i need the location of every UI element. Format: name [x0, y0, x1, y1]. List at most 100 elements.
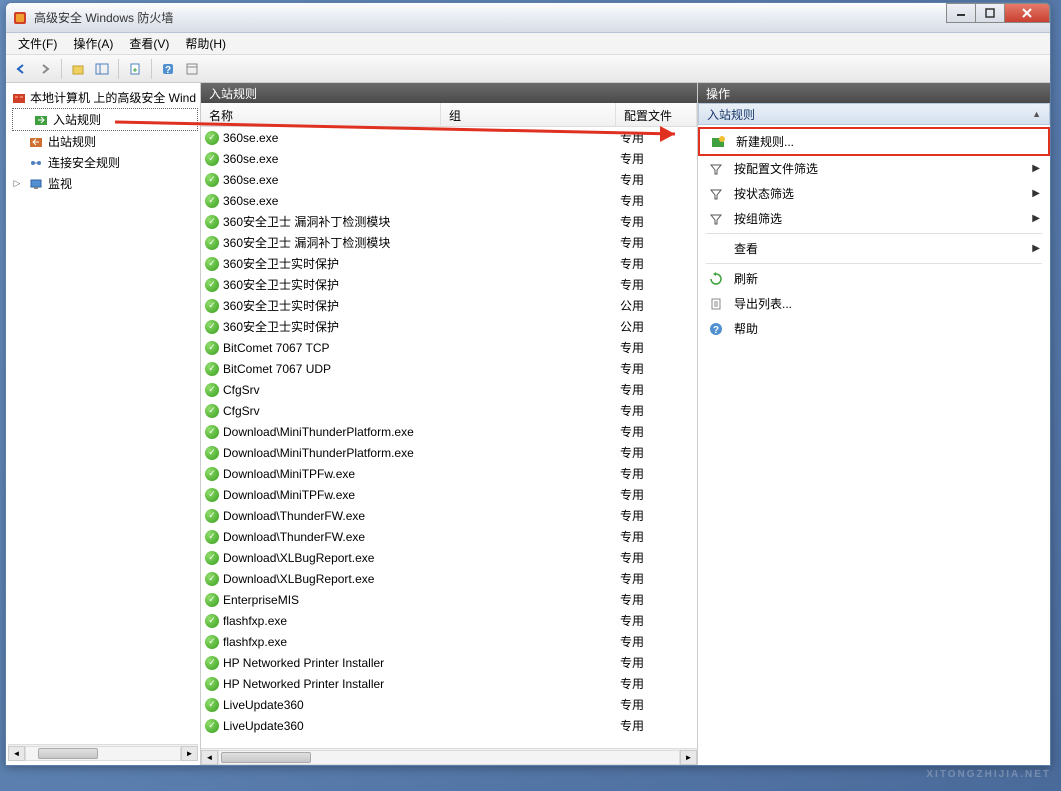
table-row[interactable]: ✓360se.exe专用: [201, 127, 697, 148]
cell-name: ✓HP Networked Printer Installer: [201, 656, 441, 670]
cell-name: ✓BitComet 7067 UDP: [201, 362, 441, 376]
menu-view[interactable]: 查看(V): [121, 33, 177, 54]
enabled-check-icon: ✓: [205, 299, 219, 313]
table-row[interactable]: ✓BitComet 7067 TCP专用: [201, 337, 697, 358]
properties-button[interactable]: [181, 58, 203, 80]
export-button[interactable]: [124, 58, 146, 80]
enabled-check-icon: ✓: [205, 320, 219, 334]
table-row[interactable]: ✓BitComet 7067 UDP专用: [201, 358, 697, 379]
table-row[interactable]: ✓Download\MiniThunderPlatform.exe专用: [201, 421, 697, 442]
menu-action[interactable]: 操作(A): [65, 33, 121, 54]
help-button[interactable]: ?: [157, 58, 179, 80]
table-row[interactable]: ✓flashfxp.exe专用: [201, 631, 697, 652]
window-controls: [947, 3, 1050, 23]
window-title: 高级安全 Windows 防火墙: [34, 9, 1044, 26]
table-row[interactable]: ✓360安全卫士实时保护公用: [201, 295, 697, 316]
column-name[interactable]: 名称: [201, 103, 441, 126]
enabled-check-icon: ✓: [205, 551, 219, 565]
table-row[interactable]: ✓360安全卫士实时保护公用: [201, 316, 697, 337]
table-row[interactable]: ✓EnterpriseMIS专用: [201, 589, 697, 610]
scroll-track[interactable]: [218, 750, 680, 765]
table-row[interactable]: ✓CfgSrv专用: [201, 379, 697, 400]
cell-profile: 专用: [616, 486, 697, 503]
monitor-icon: [28, 176, 44, 192]
table-row[interactable]: ✓360安全卫士 漏洞补丁检测模块专用: [201, 211, 697, 232]
table-row[interactable]: ✓CfgSrv专用: [201, 400, 697, 421]
cell-profile: 专用: [616, 129, 697, 146]
action-refresh[interactable]: 刷新: [698, 266, 1050, 291]
back-button[interactable]: [10, 58, 32, 80]
table-row[interactable]: ✓Download\XLBugReport.exe专用: [201, 547, 697, 568]
table-row[interactable]: ✓Download\XLBugReport.exe专用: [201, 568, 697, 589]
action-filter-profile[interactable]: 按配置文件筛选 ▶: [698, 156, 1050, 181]
close-button[interactable]: [1004, 3, 1050, 23]
table-row[interactable]: ✓LiveUpdate360专用: [201, 694, 697, 715]
table-row[interactable]: ✓Download\ThunderFW.exe专用: [201, 505, 697, 526]
help-icon: ?: [708, 321, 724, 337]
table-row[interactable]: ✓Download\MiniTPFw.exe 专用: [201, 484, 697, 505]
scroll-track[interactable]: [25, 746, 181, 761]
cell-name: ✓360安全卫士实时保护: [201, 297, 441, 314]
enabled-check-icon: ✓: [205, 215, 219, 229]
table-row[interactable]: ✓360se.exe专用: [201, 169, 697, 190]
table-row[interactable]: ✓360se.exe专用: [201, 190, 697, 211]
enabled-check-icon: ✓: [205, 656, 219, 670]
rules-list-body[interactable]: ✓360se.exe专用✓360se.exe专用✓360se.exe专用✓360…: [201, 127, 697, 748]
table-row[interactable]: ✓360安全卫士实时保护专用: [201, 253, 697, 274]
column-profile[interactable]: 配置文件: [616, 103, 697, 126]
tree-outbound-rules[interactable]: 出站规则: [8, 131, 198, 152]
forward-button[interactable]: [34, 58, 56, 80]
table-row[interactable]: ✓LiveUpdate360专用: [201, 715, 697, 736]
action-new-rule[interactable]: 新建规则...: [698, 127, 1050, 156]
table-row[interactable]: ✓HP Networked Printer Installer专用: [201, 652, 697, 673]
cell-name: ✓Download\MiniTPFw.exe: [201, 488, 441, 502]
tree-outbound-label: 出站规则: [48, 133, 96, 150]
menu-file[interactable]: 文件(F): [10, 33, 65, 54]
cell-name: ✓LiveUpdate360: [201, 698, 441, 712]
list-header: 名称 组 配置文件: [201, 103, 697, 127]
column-group[interactable]: 组: [441, 103, 616, 126]
menu-help[interactable]: 帮助(H): [177, 33, 234, 54]
action-view[interactable]: 查看 ▶: [698, 236, 1050, 261]
table-row[interactable]: ✓360se.exe专用: [201, 148, 697, 169]
table-row[interactable]: ✓Download\MiniTPFw.exe专用: [201, 463, 697, 484]
collapse-caret-icon[interactable]: ▲: [1032, 109, 1041, 119]
tree-inbound-rules[interactable]: 入站规则: [12, 108, 198, 131]
scroll-thumb[interactable]: [38, 748, 98, 759]
show-hide-tree-button[interactable]: [91, 58, 113, 80]
titlebar[interactable]: 高级安全 Windows 防火墙: [6, 3, 1050, 33]
scroll-thumb[interactable]: [221, 752, 311, 763]
action-export[interactable]: 导出列表...: [698, 291, 1050, 316]
tree-monitor[interactable]: ▷ 监视: [8, 173, 198, 194]
list-horizontal-scrollbar[interactable]: ◄ ►: [201, 748, 697, 765]
scroll-right-icon[interactable]: ►: [680, 750, 697, 765]
enabled-check-icon: ✓: [205, 173, 219, 187]
table-row[interactable]: ✓360安全卫士实时保护专用: [201, 274, 697, 295]
action-filter-state[interactable]: 按状态筛选 ▶: [698, 181, 1050, 206]
up-button[interactable]: [67, 58, 89, 80]
table-row[interactable]: ✓Download\MiniThunderPlatform.exe专用: [201, 442, 697, 463]
enabled-check-icon: ✓: [205, 131, 219, 145]
cell-profile: 专用: [616, 633, 697, 650]
tree-panel[interactable]: 本地计算机 上的高级安全 Wind 入站规则 出站规则 连接安全规则: [6, 83, 201, 765]
filter-icon: [708, 186, 724, 202]
tree-root[interactable]: 本地计算机 上的高级安全 Wind: [8, 87, 198, 108]
action-help[interactable]: ? 帮助: [698, 316, 1050, 341]
scroll-left-icon[interactable]: ◄: [8, 746, 25, 761]
expand-caret-icon[interactable]: ▷: [12, 178, 22, 189]
table-row[interactable]: ✓Download\ThunderFW.exe专用: [201, 526, 697, 547]
tree-horizontal-scrollbar[interactable]: ◄ ►: [8, 744, 198, 761]
scroll-left-icon[interactable]: ◄: [201, 750, 218, 765]
scroll-right-icon[interactable]: ►: [181, 746, 198, 761]
table-row[interactable]: ✓flashfxp.exe专用: [201, 610, 697, 631]
maximize-button[interactable]: [975, 3, 1005, 23]
table-row[interactable]: ✓HP Networked Printer Installer专用: [201, 673, 697, 694]
filter-icon: [708, 211, 724, 227]
actions-section-header[interactable]: 入站规则 ▲: [698, 103, 1050, 125]
tree-inbound-label: 入站规则: [53, 111, 101, 128]
table-row[interactable]: ✓360安全卫士 漏洞补丁检测模块专用: [201, 232, 697, 253]
tree-connection-security[interactable]: 连接安全规则: [8, 152, 198, 173]
cell-profile: 专用: [616, 465, 697, 482]
minimize-button[interactable]: [946, 3, 976, 23]
action-filter-group[interactable]: 按组筛选 ▶: [698, 206, 1050, 231]
